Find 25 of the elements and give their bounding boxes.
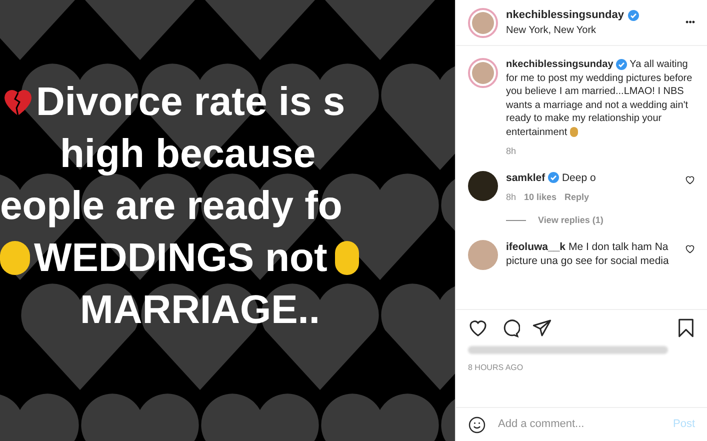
comment-text: ifeoluwa__k Me I don talk ham Na picture una go see for social media xyxy=(506,240,670,268)
comment-time: 8h xyxy=(506,190,516,204)
comment-text: samklef Deep o xyxy=(506,170,597,184)
view-replies-button[interactable]: View replies (1) xyxy=(538,214,604,228)
share-icon[interactable] xyxy=(532,318,552,338)
caption-text: nkechiblessingsunday Ya all waiting for me to post my wedding pictures before you believe I am married...LMAO! I NBS wants a marriage and not a wedding ain't ready to make my relationship your entertainment xyxy=(506,58,694,139)
username-link[interactable]: nkechiblessingsunday xyxy=(506,6,624,24)
post-timestamp: 8 HOURS AGO xyxy=(468,362,524,374)
avatar[interactable] xyxy=(468,170,498,200)
heart-icon[interactable] xyxy=(685,244,695,254)
like-icon[interactable] xyxy=(468,318,488,338)
bookmark-icon[interactable] xyxy=(677,318,695,338)
more-options-button[interactable]: ••• xyxy=(686,16,695,30)
image-text: high because xyxy=(59,130,317,178)
likes-count[interactable]: 10 likes xyxy=(524,190,557,204)
emoji-icon[interactable] xyxy=(468,416,486,434)
reply-button[interactable]: Reply xyxy=(564,190,590,204)
location-link[interactable]: New York, New York xyxy=(506,23,678,38)
image-text: WEDDINGS not xyxy=(34,234,328,282)
caption-time: 8h xyxy=(506,145,518,158)
heart-icon[interactable] xyxy=(685,174,695,184)
image-text: MARRIAGE.. xyxy=(79,286,321,334)
image-text: Divorce rate is s xyxy=(36,78,346,126)
comment-input[interactable]: Add a comment... xyxy=(498,416,661,433)
image-text: eople are ready fo xyxy=(0,182,344,230)
